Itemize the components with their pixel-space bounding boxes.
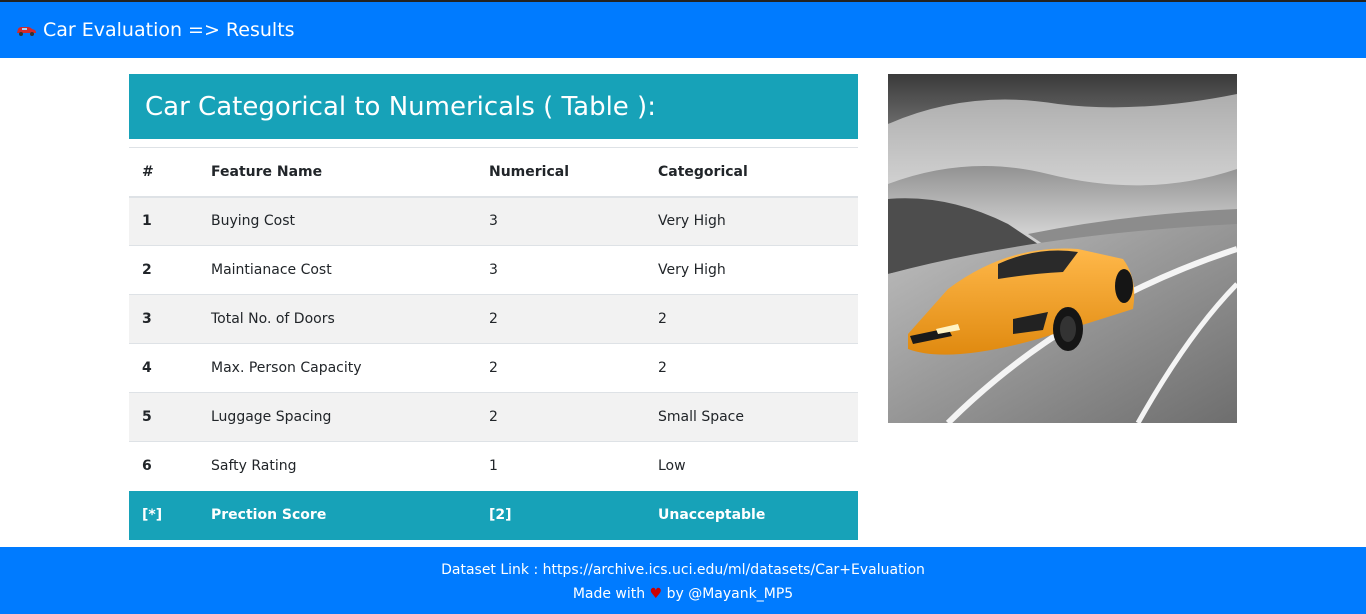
- header-numerical: Numerical: [476, 147, 645, 198]
- row-categorical: Very High: [645, 196, 858, 246]
- dataset-link[interactable]: Dataset Link : https://archive.ics.uci.e…: [0, 558, 1366, 582]
- row-number: 4: [129, 343, 198, 393]
- table-header-row: # Feature Name Numerical Categorical: [129, 147, 858, 198]
- row-number: 2: [129, 245, 198, 295]
- row-numerical: 1: [476, 441, 645, 491]
- header-categorical: Categorical: [645, 147, 858, 198]
- result-numerical: [2]: [476, 490, 645, 540]
- row-categorical: 2: [645, 294, 858, 344]
- row-feature: Max. Person Capacity: [198, 343, 476, 393]
- header-feature-name: Feature Name: [198, 147, 476, 198]
- table-title: Car Categorical to Numericals ( Table ):: [129, 74, 858, 139]
- table-row: 2 Maintianace Cost 3 Very High: [129, 245, 858, 295]
- table-row: 6 Safty Rating 1 Low: [129, 441, 858, 491]
- navbar-brand[interactable]: Car Evaluation => Results: [15, 19, 295, 41]
- row-categorical: Low: [645, 441, 858, 491]
- table-row: 1 Buying Cost 3 Very High: [129, 196, 858, 246]
- result-label: Prection Score: [198, 490, 476, 540]
- row-categorical: Small Space: [645, 392, 858, 442]
- header-number: #: [129, 147, 198, 198]
- row-numerical: 2: [476, 294, 645, 344]
- result-marker: [*]: [129, 490, 198, 540]
- row-numerical: 2: [476, 343, 645, 393]
- row-feature: Maintianace Cost: [198, 245, 476, 295]
- row-number: 5: [129, 392, 198, 442]
- results-table-card: Car Categorical to Numericals ( Table ):…: [129, 74, 858, 540]
- row-feature: Safty Rating: [198, 441, 476, 491]
- sports-car-illustration: [888, 74, 1237, 423]
- result-categorical: Unacceptable: [645, 490, 858, 540]
- prediction-result-row: [*] Prection Score [2] Unacceptable: [129, 490, 858, 540]
- row-feature: Luggage Spacing: [198, 392, 476, 442]
- row-number: 6: [129, 441, 198, 491]
- table-row: 3 Total No. of Doors 2 2: [129, 294, 858, 344]
- credits-line: Made with ♥ by @Mayank_MP5: [0, 582, 1366, 606]
- row-numerical: 3: [476, 245, 645, 295]
- credits-author: by @Mayank_MP5: [666, 586, 794, 602]
- car-image: [888, 74, 1237, 423]
- results-table: # Feature Name Numerical Categorical 1 B…: [129, 147, 858, 540]
- heart-icon: ♥: [649, 586, 663, 602]
- row-number: 1: [129, 196, 198, 246]
- table-row: 4 Max. Person Capacity 2 2: [129, 343, 858, 393]
- row-numerical: 3: [476, 196, 645, 246]
- navbar: Car Evaluation => Results: [0, 2, 1366, 58]
- row-feature: Total No. of Doors: [198, 294, 476, 344]
- footer: Dataset Link : https://archive.ics.uci.e…: [0, 547, 1366, 614]
- brand-text: Car Evaluation => Results: [43, 19, 295, 41]
- row-feature: Buying Cost: [198, 196, 476, 246]
- row-categorical: 2: [645, 343, 858, 393]
- row-numerical: 2: [476, 392, 645, 442]
- made-with-text: Made with: [572, 586, 646, 602]
- table-row: 5 Luggage Spacing 2 Small Space: [129, 392, 858, 442]
- row-number: 3: [129, 294, 198, 344]
- row-categorical: Very High: [645, 245, 858, 295]
- car-icon: [15, 23, 37, 37]
